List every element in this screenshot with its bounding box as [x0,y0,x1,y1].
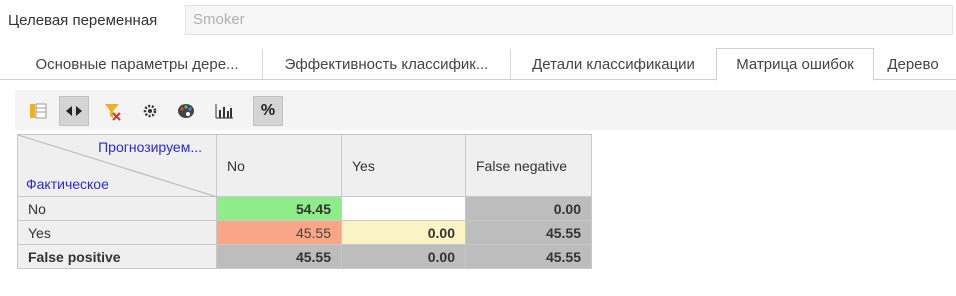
settings-gear-icon [143,104,157,118]
column-header-no[interactable]: No [216,134,342,197]
settings-button[interactable] [135,96,165,126]
cell-yes-false-negative[interactable]: 45.55 [465,220,592,245]
palette-button[interactable] [171,96,201,126]
tab-basic-params[interactable]: Основные параметры дере... [12,49,262,80]
matrix-corner-header: Прогнозируем... Фактическое [17,134,217,197]
cell-false-positive-total[interactable]: 45.55 [465,244,592,269]
chart-button[interactable] [209,96,239,126]
cell-yes-yes[interactable]: 0.00 [341,220,466,245]
tab-tree[interactable]: Дерево [874,49,952,80]
bar-chart-icon [215,104,233,119]
column-header-yes[interactable]: Yes [341,134,466,197]
row-header-yes: Yes [17,220,217,245]
percent-icon: % [260,102,276,119]
row-header-false-positive: False positive [17,244,217,269]
percent-button[interactable]: % [253,96,283,126]
cell-false-positive-no[interactable]: 45.55 [216,244,342,269]
target-variable-label: Целевая переменная [8,12,158,29]
actual-axis-label: Фактическое [26,176,109,192]
tab-classification-efficiency[interactable]: Эффективность классифик... [262,49,510,80]
expand-horizontal-icon [66,106,82,116]
cell-no-false-negative[interactable]: 0.00 [465,196,592,221]
row-header-no: No [17,196,217,221]
target-variable-row: Целевая переменная Smoker [0,0,956,44]
clear-filter-icon [105,104,121,121]
table-row: Yes 45.55 0.00 45.55 [17,220,592,245]
cell-yes-no[interactable]: 45.55 [216,220,342,245]
matrix-toolbar: % [15,90,956,130]
tab-confusion-matrix[interactable]: Матрица ошибок [716,48,874,81]
tab-classification-details[interactable]: Детали классификации [510,49,716,80]
confusion-matrix-table: Прогнозируем... Фактическое No Yes False… [17,134,592,269]
columns-icon [30,103,47,119]
cell-false-positive-yes[interactable]: 0.00 [341,244,466,269]
palette-icon [178,104,194,118]
table-row: No 54.45 0.00 [17,196,592,221]
clear-filter-button[interactable] [97,96,127,126]
column-header-false-negative[interactable]: False negative [465,134,592,197]
columns-button[interactable] [23,96,53,126]
cell-no-no[interactable]: 54.45 [216,196,342,221]
expand-columns-button[interactable] [59,96,89,126]
cell-no-yes[interactable] [341,196,466,221]
target-variable-field[interactable]: Smoker [185,5,953,35]
tab-bar: Основные параметры дере... Эффективность… [0,47,956,81]
table-row: False positive 45.55 0.00 45.55 [17,244,592,269]
predicted-axis-label: Прогнозируем... [98,139,202,155]
